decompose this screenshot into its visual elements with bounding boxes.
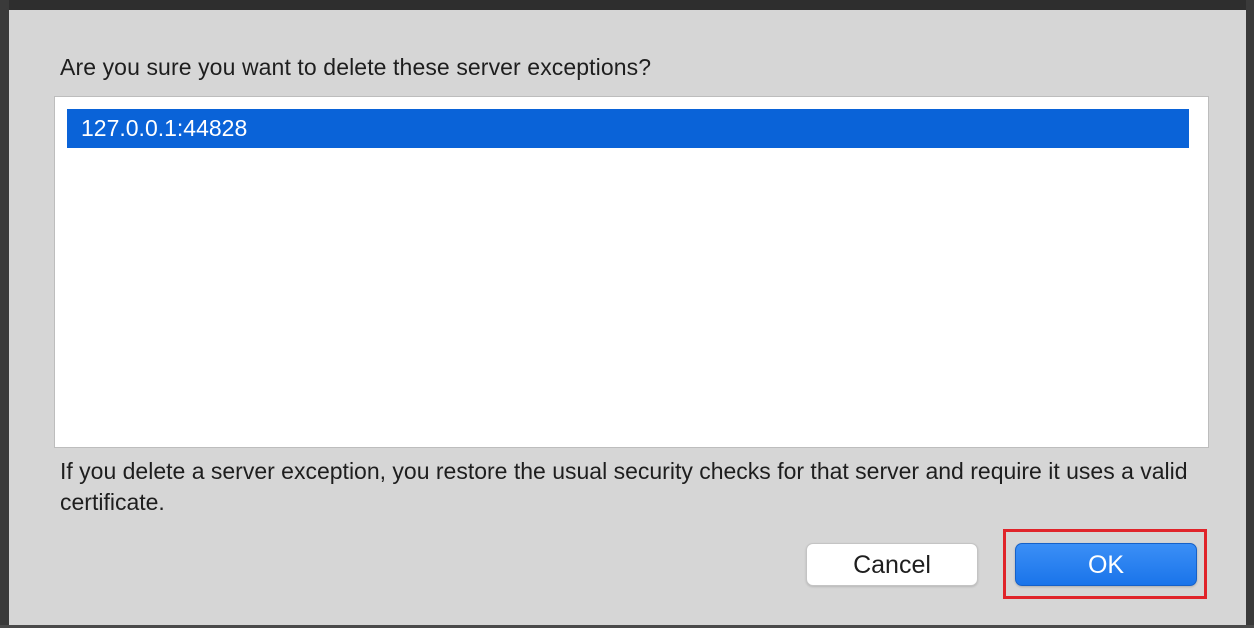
list-item[interactable]: 127.0.0.1:44828 [67,109,1189,148]
window-edge-left [0,0,9,628]
cancel-button[interactable]: Cancel [806,543,978,586]
server-exceptions-list[interactable]: 127.0.0.1:44828 [54,96,1209,448]
window-edge-right [1246,0,1254,628]
dialog-prompt: Are you sure you want to delete these se… [60,54,652,80]
dialog-info-text: If you delete a server exception, you re… [60,458,1188,515]
ok-button-highlight-box [1003,529,1207,599]
window-edge-top [0,0,1254,10]
delete-exceptions-dialog: Are you sure you want to delete these se… [9,10,1246,625]
